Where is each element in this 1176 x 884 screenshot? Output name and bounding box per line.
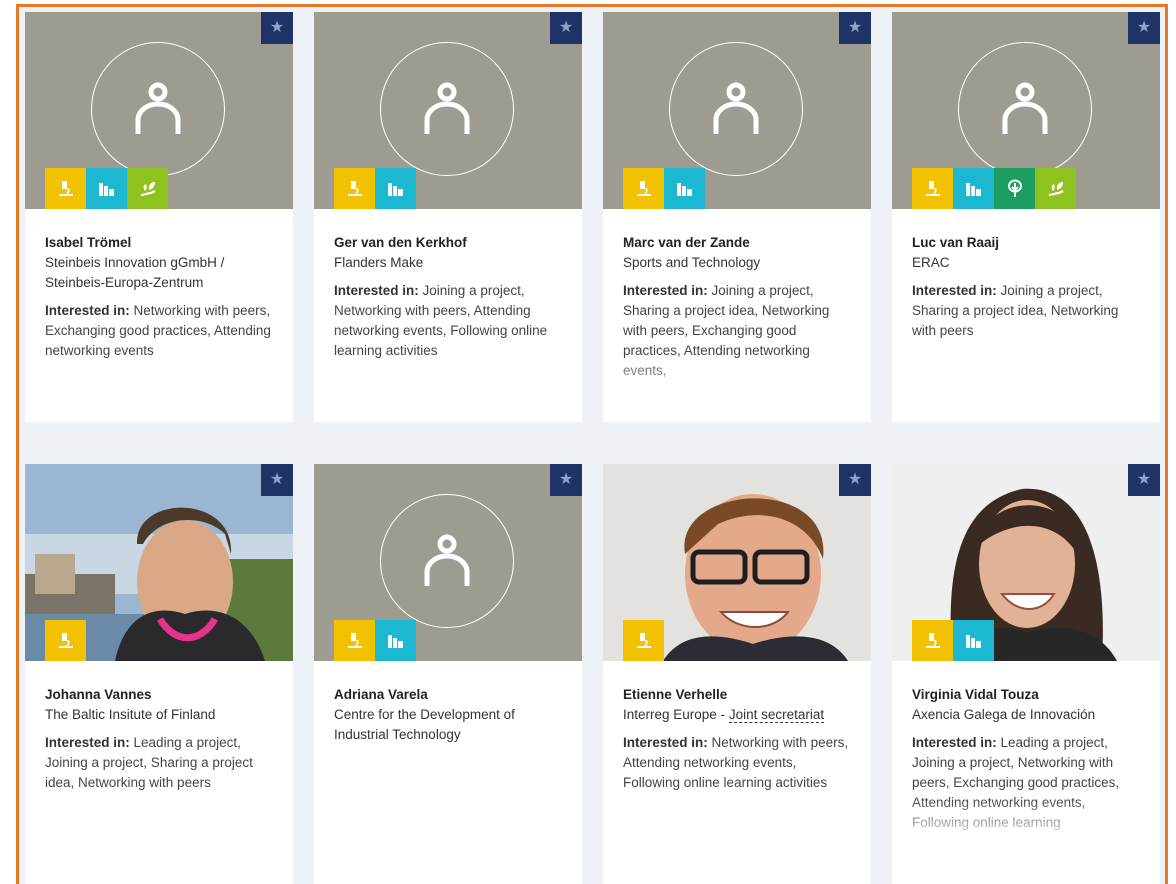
environment-icon — [127, 168, 168, 209]
member-organisation: Flanders Make — [334, 255, 424, 270]
star-icon[interactable]: ★ — [1128, 12, 1160, 44]
member-organisation: Steinbeis Innovation gGmbH / Steinbeis-E… — [45, 255, 225, 290]
star-icon[interactable]: ★ — [839, 12, 871, 44]
member-interests: Interested in: Joining a project, Networ… — [334, 283, 548, 358]
member-organisation: Sports and Technology — [623, 255, 761, 270]
member-organisation: Centre for the Development of Industrial… — [334, 707, 515, 742]
interest-tags — [45, 620, 86, 661]
person-placeholder-icon — [422, 80, 472, 136]
member-interests: Interested in: Joining a project, Sharin… — [912, 283, 1119, 338]
interest-tags — [45, 168, 168, 209]
interest-tags — [334, 620, 416, 661]
member-organisation: Interreg Europe - Joint secretariat — [623, 707, 825, 723]
avatar: ★ — [25, 12, 293, 209]
member-card[interactable]: ★ Isabel Trömel Steinbeis Innovation gGm… — [25, 12, 293, 422]
person-placeholder-icon — [711, 80, 761, 136]
member-name[interactable]: Johanna Vannes — [45, 685, 273, 705]
research-icon — [45, 168, 86, 209]
avatar-photo: ★ — [603, 464, 871, 661]
member-card[interactable]: ★ Etienne Verhelle Interreg Europe - Joi… — [603, 464, 871, 884]
member-card[interactable]: ★ Virginia Vidal Touza Axencia Galega de… — [892, 464, 1160, 884]
member-name[interactable]: Luc van Raaij — [912, 233, 1140, 253]
star-icon[interactable]: ★ — [261, 464, 293, 496]
member-card[interactable]: ★ Marc van der Zande Sports and Technolo… — [603, 12, 871, 422]
environment-icon — [1035, 168, 1076, 209]
research-icon — [45, 620, 86, 661]
interest-tags — [623, 168, 705, 209]
nature-icon — [994, 168, 1035, 209]
member-name[interactable]: Ger van den Kerkhof — [334, 233, 562, 253]
interest-tags — [912, 620, 994, 661]
joint-secretariat-link[interactable]: Joint secretariat — [728, 707, 825, 723]
member-interests: Interested in: Networking with peers, Ex… — [45, 303, 271, 358]
interest-tags — [623, 620, 664, 661]
member-name[interactable]: Isabel Trömel — [45, 233, 273, 253]
star-icon[interactable]: ★ — [839, 464, 871, 496]
member-card[interactable]: ★ Johanna Vannes The Baltic Insitute of … — [25, 464, 293, 884]
research-icon — [623, 168, 664, 209]
member-organisation: The Baltic Insitute of Finland — [45, 707, 216, 722]
industry-icon — [86, 168, 127, 209]
star-icon[interactable]: ★ — [550, 464, 582, 496]
member-name[interactable]: Virginia Vidal Touza — [912, 685, 1140, 705]
industry-icon — [953, 620, 994, 661]
industry-icon — [664, 168, 705, 209]
member-card[interactable]: ★ Luc van Raaij ERAC Interested in: Join… — [892, 12, 1160, 422]
member-organisation: Axencia Galega de Innovación — [912, 707, 1096, 722]
star-icon[interactable]: ★ — [1128, 464, 1160, 496]
person-placeholder-icon — [422, 532, 472, 588]
person-placeholder-icon — [1000, 80, 1050, 136]
member-name[interactable]: Etienne Verhelle — [623, 685, 851, 705]
star-icon[interactable]: ★ — [550, 12, 582, 44]
interest-tags — [912, 168, 1076, 209]
avatar-photo: ★ — [25, 464, 293, 661]
member-grid: ★ Isabel Trömel Steinbeis Innovation gGm… — [16, 4, 1168, 884]
member-interests: Interested in: Networking with peers, At… — [623, 735, 849, 790]
research-icon — [334, 168, 375, 209]
industry-icon — [953, 168, 994, 209]
avatar: ★ — [892, 12, 1160, 209]
member-name[interactable]: Marc van der Zande — [623, 233, 851, 253]
avatar: ★ — [314, 464, 582, 661]
research-icon — [623, 620, 664, 661]
member-card[interactable]: ★ Ger van den Kerkhof Flanders Make Inte… — [314, 12, 582, 422]
research-icon — [912, 168, 953, 209]
avatar: ★ — [603, 12, 871, 209]
research-icon — [912, 620, 953, 661]
industry-icon — [375, 620, 416, 661]
person-placeholder-icon — [133, 80, 183, 136]
member-interests: Interested in: Leading a project, Joinin… — [45, 735, 253, 790]
star-icon[interactable]: ★ — [261, 12, 293, 44]
avatar: ★ — [314, 12, 582, 209]
industry-icon — [375, 168, 416, 209]
member-name[interactable]: Adriana Varela — [334, 685, 562, 705]
member-card[interactable]: ★ Adriana Varela Centre for the Developm… — [314, 464, 582, 884]
avatar-photo: ★ — [892, 464, 1160, 661]
interest-tags — [334, 168, 416, 209]
member-organisation: ERAC — [912, 255, 950, 270]
research-icon — [334, 620, 375, 661]
